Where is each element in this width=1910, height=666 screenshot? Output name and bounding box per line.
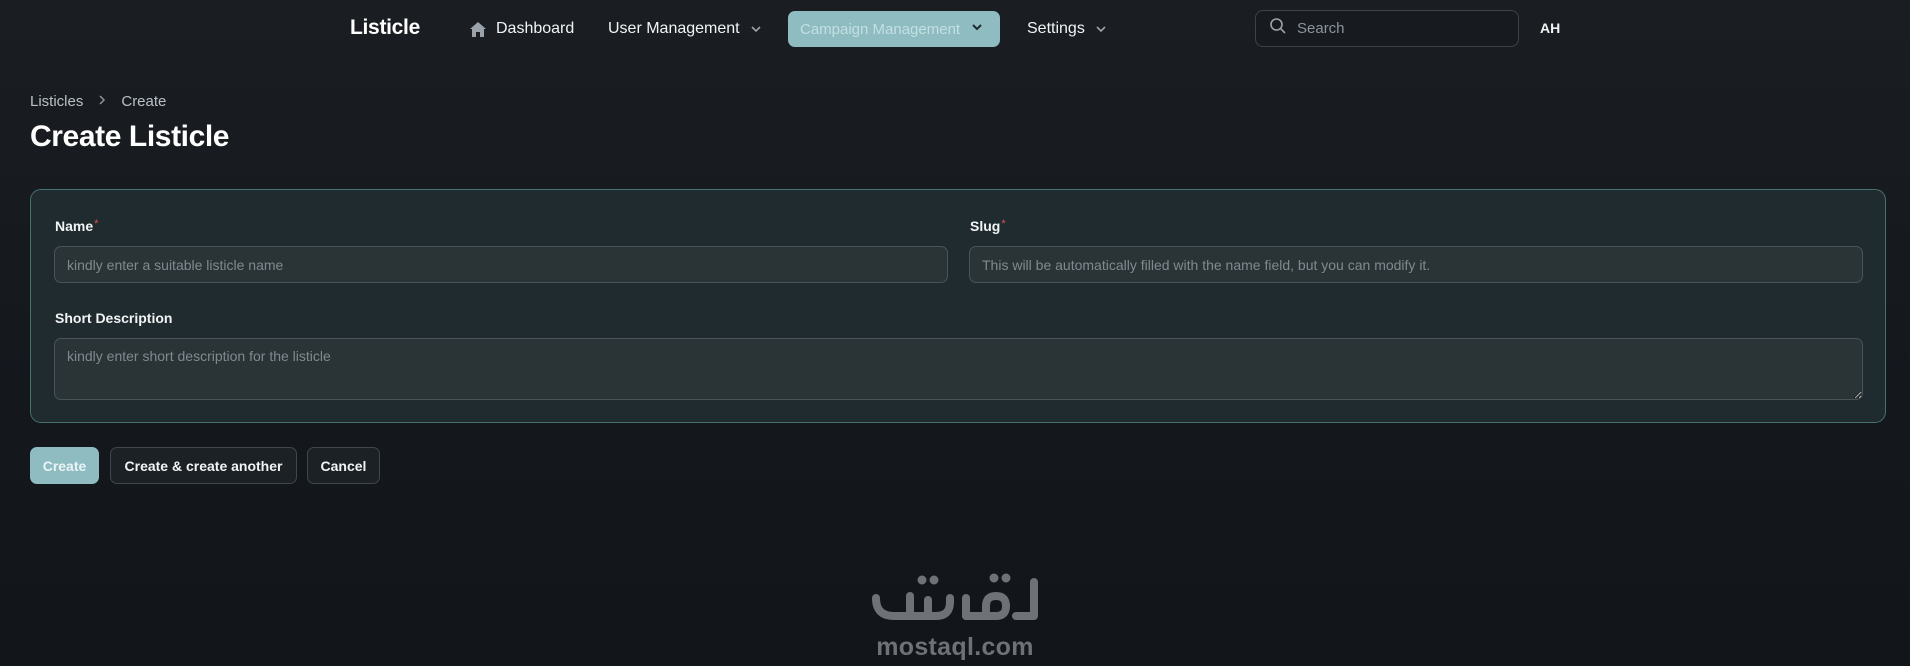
- nav-item-campaign-management[interactable]: Campaign Management: [788, 11, 1000, 47]
- create-button[interactable]: Create: [30, 447, 99, 484]
- chevron-down-icon: [749, 22, 763, 36]
- watermark: mostaql.com: [866, 568, 1044, 662]
- slug-label: Slug*: [970, 218, 1006, 234]
- mostaql-logo-icon: [866, 568, 1044, 631]
- breadcrumb-item-listicles[interactable]: Listicles: [30, 93, 83, 110]
- short-description-label: Short Description: [55, 310, 173, 326]
- nav-label: Settings: [1027, 20, 1085, 37]
- search-box[interactable]: [1255, 10, 1519, 47]
- breadcrumb-item-create: Create: [121, 93, 167, 110]
- name-input[interactable]: [54, 246, 948, 283]
- nav-item-user-management[interactable]: User Management: [608, 18, 763, 40]
- watermark-text: mostaql.com: [876, 633, 1034, 661]
- user-avatar[interactable]: AH: [1540, 20, 1560, 36]
- chevron-right-icon: [97, 93, 107, 110]
- required-mark: *: [1001, 218, 1006, 230]
- breadcrumb: Listicles Create: [30, 93, 166, 110]
- top-navigation: Listicle Dashboard User Management Campa…: [0, 0, 1910, 58]
- slug-label-text: Slug: [970, 218, 1001, 234]
- search-input[interactable]: [1297, 20, 1497, 37]
- brand-logo[interactable]: Listicle: [350, 16, 420, 40]
- cancel-button[interactable]: Cancel: [307, 447, 380, 484]
- page-title: Create Listicle: [30, 120, 230, 153]
- nav-label: User Management: [608, 20, 740, 37]
- nav-label: Dashboard: [496, 20, 575, 37]
- search-icon: [1269, 17, 1287, 40]
- nav-item-settings[interactable]: Settings: [1027, 18, 1108, 40]
- name-label-text: Name: [55, 218, 94, 234]
- create-another-button[interactable]: Create & create another: [110, 447, 297, 484]
- required-mark: *: [94, 218, 99, 230]
- nav-label: Campaign Management: [800, 20, 961, 38]
- slug-input[interactable]: [969, 246, 1863, 283]
- home-icon: [469, 21, 487, 38]
- nav-item-dashboard[interactable]: Dashboard: [469, 18, 574, 40]
- name-label: Name*: [55, 218, 98, 234]
- chevron-down-icon: [1094, 22, 1108, 36]
- short-description-textarea[interactable]: [54, 338, 1863, 400]
- chevron-down-icon: [970, 20, 984, 38]
- form-card: Name* Slug* Short Description: [30, 189, 1886, 423]
